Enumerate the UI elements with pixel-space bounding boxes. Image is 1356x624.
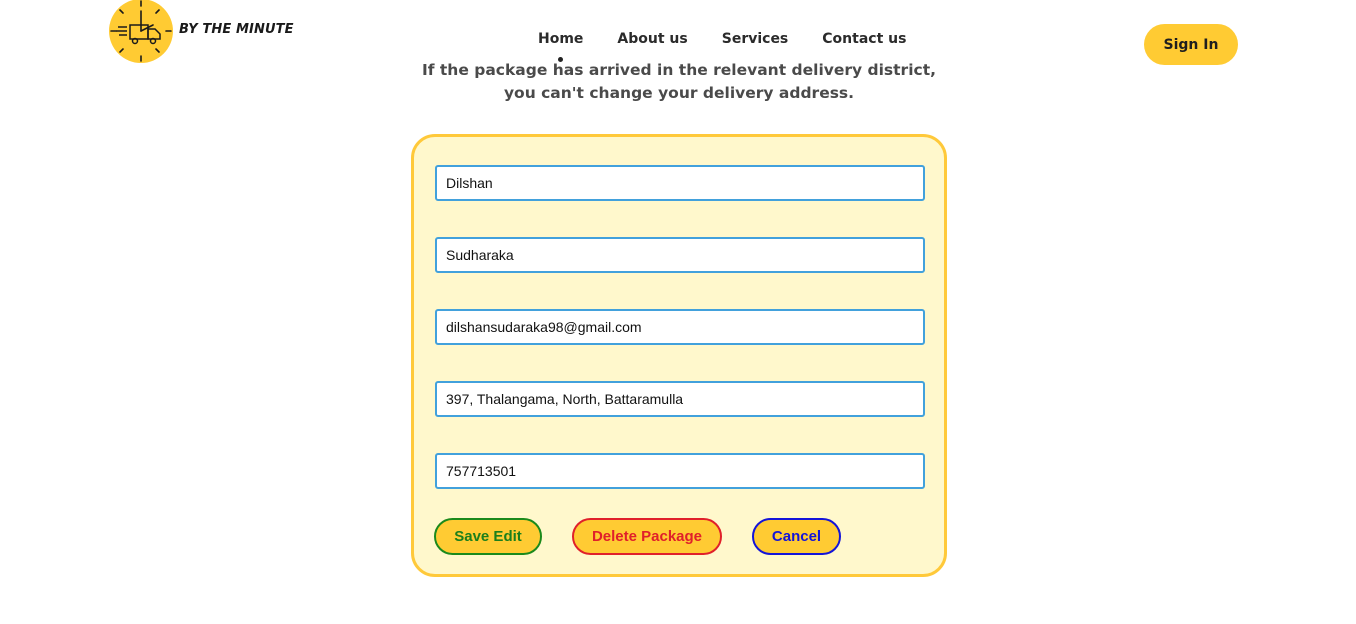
edit-package-form: Save Edit Delete Package Cancel [411, 134, 947, 577]
delivery-notice: If the package has arrived in the releva… [378, 59, 980, 105]
first-name-field[interactable] [435, 165, 925, 201]
notice-line-2: you can't change your delivery address. [503, 84, 855, 102]
last-name-field[interactable] [435, 237, 925, 273]
sign-in-button[interactable]: Sign In [1144, 24, 1238, 65]
nav-contact-us[interactable]: Contact us [822, 31, 906, 47]
brand-name: BY THE MINUTE [179, 22, 294, 37]
email-field[interactable] [435, 309, 925, 345]
nav-home[interactable]: Home [538, 31, 583, 47]
main-nav: Home About us Services Contact us [538, 31, 906, 47]
cancel-button[interactable]: Cancel [752, 518, 841, 555]
clock-delivery-truck-icon[interactable] [108, 0, 174, 64]
address-field[interactable] [435, 381, 925, 417]
save-edit-button[interactable]: Save Edit [434, 518, 542, 555]
notice-line-1: If the package has arrived in the releva… [421, 61, 937, 79]
nav-about-us[interactable]: About us [617, 31, 687, 47]
delete-package-button[interactable]: Delete Package [572, 518, 722, 555]
nav-services[interactable]: Services [722, 31, 789, 47]
phone-field[interactable] [435, 453, 925, 489]
